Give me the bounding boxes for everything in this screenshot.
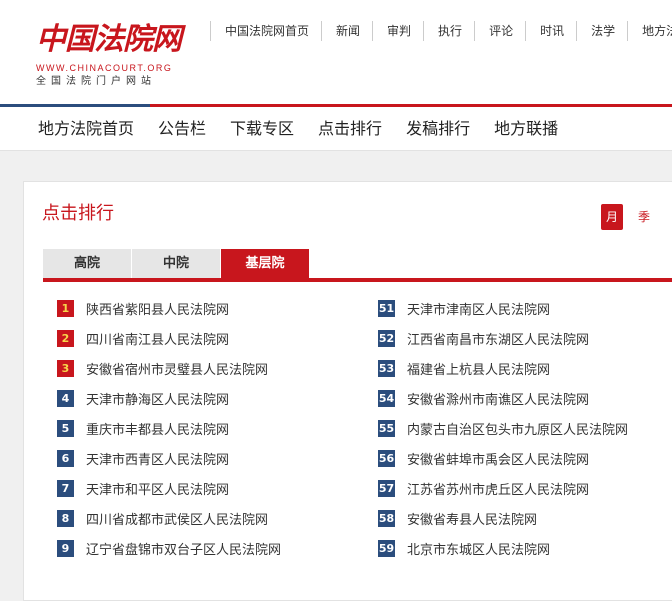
- court-site-link[interactable]: 安徽省宿州市灵璧县人民法院网: [86, 359, 268, 378]
- ranking-item[interactable]: 5 重庆市丰都县人民法院网: [57, 413, 229, 443]
- court-site-link[interactable]: 天津市和平区人民法院网: [86, 479, 229, 498]
- topnav-item-local-courts[interactable]: 地方法院: [627, 21, 672, 41]
- topnav-item-timely-news[interactable]: 时讯: [525, 21, 576, 41]
- rank-number-badge: 54: [378, 389, 395, 407]
- court-site-link[interactable]: 辽宁省盘锦市双台子区人民法院网: [86, 539, 281, 558]
- site-logo[interactable]: 中国法院网 WWW.CHINACOURT.ORG 全国法院门户网站: [36, 22, 196, 94]
- rank-number-badge: 57: [378, 479, 395, 497]
- ranking-item[interactable]: 9 辽宁省盘锦市双台子区人民法院网: [57, 533, 281, 563]
- period-month-button[interactable]: 月: [601, 204, 623, 230]
- ranking-item[interactable]: 2 四川省南江县人民法院网: [57, 323, 229, 353]
- mainnav-item-local-home[interactable]: 地方法院首页: [26, 107, 146, 150]
- court-site-link[interactable]: 天津市西青区人民法院网: [86, 449, 229, 468]
- mainnav-item-downloads[interactable]: 下载专区: [218, 107, 306, 150]
- court-site-link[interactable]: 四川省成都市武侯区人民法院网: [86, 509, 268, 528]
- ranking-item[interactable]: 56 安徽省蚌埠市禹会区人民法院网: [378, 443, 589, 473]
- rank-number-badge: 56: [378, 449, 395, 467]
- ranking-item[interactable]: 54 安徽省滁州市南谯区人民法院网: [378, 383, 589, 413]
- ranking-item[interactable]: 4 天津市静海区人民法院网: [57, 383, 229, 413]
- rank-number-badge: 59: [378, 539, 395, 557]
- rank-number-badge: 2: [57, 329, 74, 347]
- court-site-link[interactable]: 福建省上杭县人民法院网: [407, 359, 550, 378]
- court-site-link[interactable]: 天津市津南区人民法院网: [407, 299, 550, 318]
- panel-title: 点击排行: [42, 203, 114, 224]
- logo-url: WWW.CHINACOURT.ORG: [36, 63, 173, 73]
- court-site-link[interactable]: 江西省南昌市东湖区人民法院网: [407, 329, 589, 348]
- ranking-item[interactable]: 8 四川省成都市武侯区人民法院网: [57, 503, 268, 533]
- logo-brand: 中国法院网: [36, 22, 182, 57]
- tab-intermediate-court[interactable]: 中院: [132, 249, 220, 278]
- topnav-item-law-study[interactable]: 法学: [576, 21, 627, 41]
- ranking-item[interactable]: 7 天津市和平区人民法院网: [57, 473, 229, 503]
- rank-number-badge: 5: [57, 419, 74, 437]
- rank-number-badge: 3: [57, 359, 74, 377]
- rank-number-badge: 58: [378, 509, 395, 527]
- court-site-link[interactable]: 安徽省寿县人民法院网: [407, 509, 537, 528]
- topnav-item-enforcement[interactable]: 执行: [423, 21, 474, 41]
- court-site-link[interactable]: 陕西省紫阳县人民法院网: [86, 299, 229, 318]
- logo-subtitle: 全国法院门户网站: [36, 76, 156, 87]
- site-header: 中国法院网 WWW.CHINACOURT.ORG 全国法院门户网站 中国法院网首…: [0, 0, 672, 106]
- tab-basic-court[interactable]: 基层院: [221, 249, 309, 278]
- court-site-link[interactable]: 内蒙古自治区包头市九原区人民法院网: [407, 419, 628, 438]
- court-site-link[interactable]: 重庆市丰都县人民法院网: [86, 419, 229, 438]
- topnav-item-commentary[interactable]: 评论: [474, 21, 525, 41]
- rank-number-badge: 4: [57, 389, 74, 407]
- period-quarter-button[interactable]: 季: [633, 204, 655, 230]
- court-site-link[interactable]: 四川省南江县人民法院网: [86, 329, 229, 348]
- rank-number-badge: 7: [57, 479, 74, 497]
- top-nav: 中国法院网首页 新闻 审判 执行 评论 时讯 法学 地方法院: [210, 21, 672, 41]
- topnav-item-news[interactable]: 新闻: [321, 21, 372, 41]
- ranking-item[interactable]: 1 陕西省紫阳县人民法院网: [57, 293, 229, 323]
- ranking-item[interactable]: 58 安徽省寿县人民法院网: [378, 503, 537, 533]
- court-site-link[interactable]: 北京市东城区人民法院网: [407, 539, 550, 558]
- mainnav-item-bulletin[interactable]: 公告栏: [146, 107, 218, 150]
- court-site-link[interactable]: 安徽省滁州市南谯区人民法院网: [407, 389, 589, 408]
- mainnav-item-click-ranking[interactable]: 点击排行: [306, 107, 394, 150]
- main-nav: 地方法院首页 公告栏 下载专区 点击排行 发稿排行 地方联播: [0, 107, 672, 151]
- rank-number-badge: 6: [57, 449, 74, 467]
- ranking-item[interactable]: 3 安徽省宿州市灵璧县人民法院网: [57, 353, 268, 383]
- rank-number-badge: 1: [57, 299, 74, 317]
- tab-high-court[interactable]: 高院: [43, 249, 131, 278]
- rank-number-badge: 8: [57, 509, 74, 527]
- rank-number-badge: 55: [378, 419, 395, 437]
- court-level-tabs: 高院 中院 基层院: [43, 249, 672, 282]
- ranking-item[interactable]: 55 内蒙古自治区包头市九原区人民法院网: [378, 413, 628, 443]
- ranking-item[interactable]: 51 天津市津南区人民法院网: [378, 293, 550, 323]
- court-site-link[interactable]: 天津市静海区人民法院网: [86, 389, 229, 408]
- rank-number-badge: 53: [378, 359, 395, 377]
- ranking-item[interactable]: 6 天津市西青区人民法院网: [57, 443, 229, 473]
- rank-number-badge: 9: [57, 539, 74, 557]
- ranking-item[interactable]: 53 福建省上杭县人民法院网: [378, 353, 550, 383]
- court-site-link[interactable]: 江苏省苏州市虎丘区人民法院网: [407, 479, 589, 498]
- ranking-panel: 点击排行 月 季 高院 中院 基层院 1 陕西省紫阳县人民法院网 2 四川省南江县人民…: [23, 181, 672, 601]
- mainnav-item-local-broadcast[interactable]: 地方联播: [482, 107, 570, 150]
- ranking-item[interactable]: 59 北京市东城区人民法院网: [378, 533, 550, 563]
- ranking-item[interactable]: 52 江西省南昌市东湖区人民法院网: [378, 323, 589, 353]
- topnav-item-home[interactable]: 中国法院网首页: [210, 21, 321, 41]
- ranking-item[interactable]: 57 江苏省苏州市虎丘区人民法院网: [378, 473, 589, 503]
- rank-number-badge: 51: [378, 299, 395, 317]
- mainnav-item-post-ranking[interactable]: 发稿排行: [394, 107, 482, 150]
- topnav-item-trial[interactable]: 审判: [372, 21, 423, 41]
- rank-number-badge: 52: [378, 329, 395, 347]
- court-site-link[interactable]: 安徽省蚌埠市禹会区人民法院网: [407, 449, 589, 468]
